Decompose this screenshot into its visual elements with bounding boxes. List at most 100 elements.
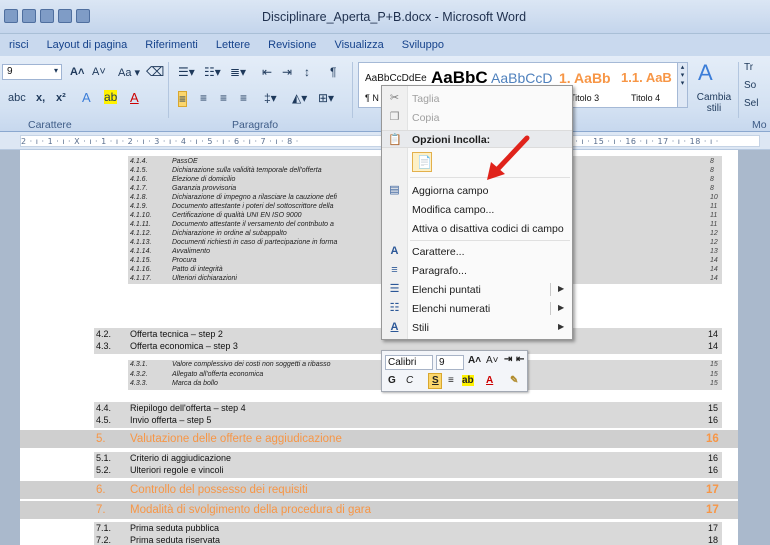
toc-entry[interactable]: 4.1.10. Certificazione di qualità UNI EN … (20, 212, 738, 221)
toc-entry[interactable]: 4.1.5. Dichiarazione sulla validità tempo… (20, 167, 738, 176)
grow-font-icon[interactable]: A˄ (70, 66, 84, 78)
paste-keep-text-button[interactable]: 📄 (412, 152, 432, 172)
numbering-button-icon[interactable]: ☷▾ (204, 65, 221, 79)
italic-icon[interactable]: C (406, 375, 413, 386)
menu-item-copy[interactable]: ❐ Copia (382, 108, 572, 127)
find-button[interactable]: Tr (744, 62, 753, 73)
select-button[interactable]: Sel (744, 98, 758, 109)
subscript-icon[interactable]: x, (36, 92, 45, 104)
tab-developer[interactable]: Sviluppo (393, 39, 453, 51)
highlight-icon[interactable]: ab (104, 90, 118, 104)
font-color-icon[interactable]: A (486, 375, 493, 386)
toc-entry[interactable]: 4.5. Invio offerta – step 5 16 (20, 415, 738, 427)
document-page[interactable]: 4.1.4. PassOE 8 4.1.5. Dichiarazione sulla v… (20, 150, 738, 545)
menu-item-bullets[interactable]: ☰ Elenchi puntati ▶ (382, 280, 572, 299)
toc-entry[interactable]: 4.1.9. Documento attestante i poteri del … (20, 203, 738, 212)
tab-references[interactable]: Riferimenti (136, 39, 207, 51)
justify-icon[interactable]: ≡ (240, 91, 247, 105)
tab-mailings[interactable]: Lettere (207, 39, 259, 51)
tab-view[interactable]: Visualizza (325, 39, 392, 51)
toc-entry[interactable]: 4.3.3. Marca da bollo 15 (20, 380, 738, 389)
font-size-combo[interactable]: 9 ▾ (2, 64, 62, 80)
tab-page-layout[interactable]: Layout di pagina (38, 39, 137, 51)
toc-entry[interactable]: 4.1.17. Ulteriori dichiarazioni 14 (20, 275, 738, 284)
grow-font-icon[interactable]: A˄ (468, 355, 481, 366)
style-heading3-preview[interactable]: 1. AaBb (559, 70, 611, 86)
replace-button[interactable]: So (744, 80, 756, 91)
sort-icon[interactable]: ↕ (304, 65, 310, 79)
strikethrough-icon[interactable]: abc (8, 92, 26, 104)
align-center-icon[interactable]: ≡ (200, 91, 207, 105)
line-spacing-icon[interactable]: ‡▾ (264, 91, 277, 105)
toc-entry[interactable]: 4.1.15. Procura 14 (20, 257, 738, 266)
toc-entry[interactable]: 4.2. Offerta tecnica – step 2 14 (20, 329, 738, 341)
align-left-icon[interactable]: ≡ (178, 91, 188, 107)
menu-item-edit-field[interactable]: Modifica campo... (382, 200, 572, 219)
toc-entry[interactable]: 5.1. Criterio di aggiudicazione 16 (20, 453, 738, 465)
menu-item-numbering[interactable]: ☷ Elenchi numerati ▶ (382, 299, 572, 318)
borders-icon[interactable]: ⊞▾ (318, 91, 334, 105)
menu-item-styles[interactable]: A Stili ▶ (382, 318, 572, 337)
multilevel-list-icon[interactable]: ≣▾ (230, 65, 246, 79)
gallery-scroll[interactable]: ▴ ▾ ▾ (677, 63, 687, 107)
toc-heading[interactable]: 5. Valutazione delle offerte e aggiudica… (20, 430, 738, 448)
toc-entry[interactable]: 4.1.13. Documenti richiesti in caso di pa… (20, 239, 738, 248)
tab-review[interactable]: Revisione (259, 39, 325, 51)
center-icon[interactable]: ≡ (448, 375, 454, 386)
save-icon[interactable] (4, 9, 18, 23)
change-styles-button[interactable]: Cambia stili (696, 92, 732, 114)
style-heading3-name: Titolo 3 (570, 93, 600, 103)
font-color-icon[interactable]: A (130, 90, 139, 105)
toc-entry[interactable]: 4.4. Riepilogo dell'offerta – step 4 15 (20, 403, 738, 415)
toc-entry[interactable]: 4.1.8. Dichiarazione di impegno a rilasci… (20, 194, 738, 203)
customize-qat-icon[interactable] (76, 9, 90, 23)
menu-item-font[interactable]: A Carattere... (382, 242, 572, 261)
bullets-button-icon[interactable]: ☰▾ (178, 65, 195, 79)
shrink-font-icon[interactable]: A˅ (92, 66, 106, 78)
toc-entry[interactable]: 4.3.1. Valore complessivo dei costi non s… (20, 361, 738, 370)
align-right-icon[interactable]: ≡ (220, 91, 227, 105)
menu-item-paragraph[interactable]: ≡ Paragrafo... (382, 261, 572, 280)
toc-heading[interactable]: 7. Modalità di svolgimento della procedu… (20, 501, 738, 519)
toc-entry[interactable]: 4.1.6. Elezione di domicilio 8 (20, 176, 738, 185)
style-normal-preview[interactable]: AaBbCcDdEe (365, 73, 427, 84)
toc-entry[interactable]: 4.1.7. Garanzia provvisoria 8 (20, 185, 738, 194)
menu-item-toggle-field-codes[interactable]: Attiva o disattiva codici di campo (382, 219, 572, 238)
shrink-font-icon[interactable]: A˅ (486, 355, 499, 366)
decrease-indent-icon[interactable]: ⇤ (262, 65, 272, 79)
toc-entry[interactable]: 4.3.2. Allegato all'offerta economica 15 (20, 371, 738, 380)
clear-format-icon[interactable]: ⌫ (146, 64, 164, 80)
print-icon[interactable] (40, 9, 54, 23)
toc-entry[interactable]: 4.1.14. Avvalimento 13 (20, 248, 738, 257)
format-painter-icon[interactable]: ✎ (510, 375, 518, 386)
change-styles-icon[interactable]: A (698, 60, 713, 86)
layout-icon[interactable] (58, 9, 72, 23)
superscript-icon[interactable]: x² (56, 92, 66, 104)
mini-font-combo[interactable]: Calibri (385, 355, 433, 370)
outdent-icon[interactable]: ⇤ (516, 354, 524, 365)
toc-entry[interactable]: 7.1. Prima seduta pubblica 17 (20, 523, 738, 535)
toc-entry[interactable]: 7.2. Prima seduta riservata 18 (20, 535, 738, 545)
toc-heading[interactable]: 6. Controllo del possesso dei requisiti … (20, 481, 738, 499)
style-subtitle-preview[interactable]: AaBbCcD (491, 70, 552, 86)
menu-item-update-field[interactable]: ▤ Aggiorna campo (382, 181, 572, 200)
mini-size-combo[interactable]: 9 (436, 355, 464, 370)
toc-entry[interactable]: 4.1.11. Documento attestante il versament… (20, 221, 738, 230)
tab-insert[interactable]: risci (0, 39, 38, 51)
text-effects-icon[interactable]: A (82, 90, 91, 105)
toc-entry[interactable]: 4.1.16. Patto di integrità 14 (20, 266, 738, 275)
print-preview-icon[interactable] (22, 9, 36, 23)
indent-icon[interactable]: ⇥ (504, 354, 512, 365)
toc-entry[interactable]: 5.2. Ulteriori regole e vincoli 16 (20, 465, 738, 477)
toc-entry[interactable]: 4.1.12. Dichiarazione in ordine al subapp… (20, 230, 738, 239)
shading-icon[interactable]: ◭▾ (292, 91, 307, 105)
style-heading4-preview[interactable]: 1.1. AaB (621, 70, 672, 85)
menu-item-cut[interactable]: ✂ Taglia (382, 89, 572, 108)
increase-indent-icon[interactable]: ⇥ (282, 65, 292, 79)
show-marks-icon[interactable]: ¶ (330, 65, 336, 79)
toc-entry[interactable]: 4.1.4. PassOE 8 (20, 158, 738, 167)
bold-icon[interactable]: G (388, 375, 396, 386)
change-case-icon[interactable]: Aa ▾ (118, 66, 140, 79)
toc-entry[interactable]: 4.3. Offerta economica – step 3 14 (20, 341, 738, 353)
highlight-icon[interactable]: ab (462, 375, 474, 386)
